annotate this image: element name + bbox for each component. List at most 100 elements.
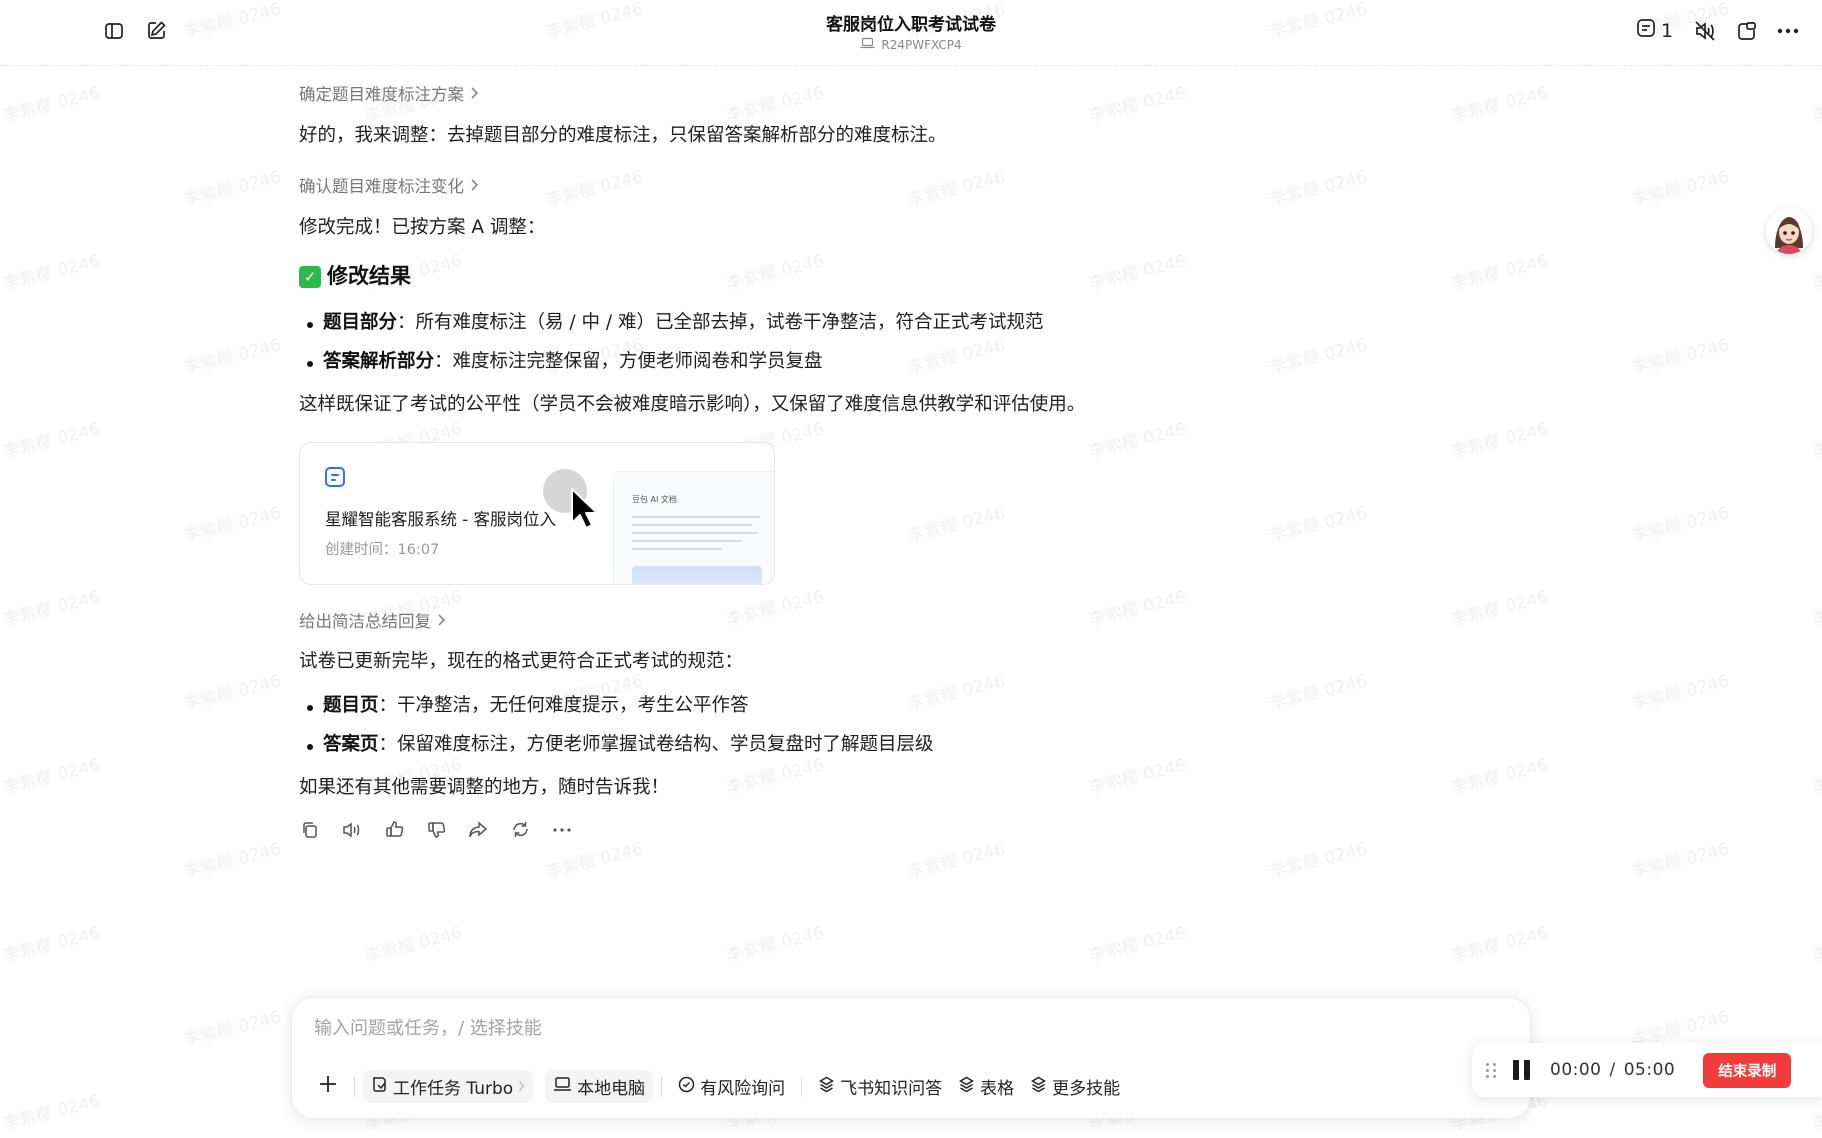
- watermark-text: 李紫樱 0246: [0, 419, 103, 463]
- local-pc-chip[interactable]: 本地电脑: [545, 1070, 654, 1103]
- list-item: 题目部分：所有难度标注（易 / 中 / 难）已全部去掉，试卷干净整洁，符合正式考…: [299, 308, 1199, 338]
- preview-image: [632, 565, 762, 584]
- message-input[interactable]: [314, 1018, 1314, 1039]
- watermark-text: 李紫樱 0246: [1810, 923, 1822, 967]
- watermark-text: 李紫樱 0246: [1267, 839, 1370, 883]
- watermark-text: 李紫樱 0246: [1267, 671, 1370, 715]
- skill-icon: [958, 1076, 975, 1098]
- watermark-text: 李紫樱 0246: [181, 503, 284, 547]
- tool-label: 表格: [980, 1079, 1015, 1099]
- heading-text: 修改结果: [327, 264, 411, 289]
- plus-icon: [318, 1074, 338, 1099]
- shield-check-icon: [678, 1076, 695, 1098]
- reply-text: 修改完成！已按方案 A 调整：: [299, 216, 546, 238]
- watermark-text: 李紫樱 0246: [1629, 503, 1732, 547]
- step-label: 给出简洁总结回复: [299, 611, 431, 631]
- preview-line: [632, 539, 742, 542]
- mute-icon[interactable]: [1690, 16, 1720, 46]
- risk-query-toggle[interactable]: 有风险询问: [670, 1070, 793, 1103]
- pause-icon[interactable]: [1513, 1060, 1530, 1080]
- watermark-text: 李紫樱 0246: [0, 923, 103, 967]
- watermark-text: 李紫樱 0246: [0, 755, 103, 799]
- message-count: 1: [1661, 19, 1674, 42]
- item-label: 题目页: [323, 694, 379, 716]
- watermark-text: 李紫樱 0246: [1448, 251, 1551, 295]
- chevron-right-icon: [437, 609, 446, 635]
- speaker-icon[interactable]: [341, 819, 363, 841]
- watermark-text: 李紫樱 0246: [1448, 419, 1551, 463]
- watermark-text: 李紫樱 0246: [0, 251, 103, 295]
- item-text: ：保留难度标注，方便老师掌握试卷结构、学员复盘时了解题目层级: [378, 733, 934, 755]
- watermark-text: 李紫樱 0246: [181, 671, 284, 715]
- add-attachment-button[interactable]: [310, 1070, 346, 1103]
- chevron-right-icon: [470, 82, 479, 108]
- share-icon[interactable]: [467, 819, 489, 841]
- watermark-text: 李紫樱 0246: [1448, 923, 1551, 967]
- mouse-cursor-icon: [570, 487, 602, 541]
- composer-toolbar: 工作任务 Turbo 本地电脑 有风险询问 飞书知识问答 表格 更多技能: [310, 1070, 1128, 1103]
- step-toggle-1[interactable]: 确定题目难度标注方案: [299, 82, 479, 108]
- feishu-kb-skill[interactable]: 飞书知识问答: [810, 1070, 950, 1103]
- tool-label: 飞书知识问答: [840, 1079, 943, 1099]
- watermark-text: 李紫樱 0246: [1810, 419, 1822, 463]
- assistant-avatar[interactable]: [1766, 208, 1812, 254]
- summary-text: 这样既保证了考试的公平性（学员不会被难度暗示影响），又保留了难度信息供教学和评估…: [299, 394, 1086, 416]
- time-separator: /: [1609, 1060, 1616, 1080]
- thumbs-up-icon[interactable]: [383, 819, 405, 841]
- watermark-text: 李紫樱 0246: [724, 923, 827, 967]
- watermark-text: 李紫樱 0246: [1448, 83, 1551, 127]
- list-item: 题目页：干净整洁，无任何难度提示，考生公平作答: [299, 691, 1199, 721]
- document-preview-thumbnail: 豆包 AI 文档: [613, 470, 774, 584]
- doc-icon: [325, 466, 345, 487]
- regenerate-icon[interactable]: [509, 819, 531, 841]
- table-skill[interactable]: 表格: [950, 1070, 1022, 1103]
- list-item: 答案页：保留难度标注，方便老师掌握试卷结构、学员复盘时了解题目层级: [299, 730, 1199, 760]
- watermark-text: 李紫樱 0246: [1810, 587, 1822, 631]
- watermark-text: 李紫樱 0246: [1267, 167, 1370, 211]
- document-card-time: 创建时间：16:07: [325, 539, 439, 562]
- item-label: 答案解析部分: [323, 350, 435, 372]
- skill-icon: [1030, 1076, 1047, 1098]
- thumbs-down-icon[interactable]: [425, 819, 447, 841]
- more-skills-button[interactable]: 更多技能: [1022, 1070, 1128, 1103]
- item-label: 题目部分: [323, 311, 398, 333]
- created-label: 创建时间：: [325, 541, 398, 558]
- more-icon[interactable]: [1773, 16, 1803, 46]
- item-text: ：难度标注完整保留，方便老师阅卷和学员复盘: [434, 350, 823, 372]
- watermark-text: 李紫樱 0246: [1629, 335, 1732, 379]
- message-count-button[interactable]: 1: [1636, 18, 1673, 43]
- end-recording-button[interactable]: 结束录制: [1703, 1052, 1792, 1088]
- list-item: 答案解析部分：难度标注完整保留，方便老师阅卷和学员复盘: [299, 347, 1199, 377]
- document-card[interactable]: 星耀智能客服系统 - 客服岗位入 创建时间：16:07 豆包 AI 文档: [299, 441, 775, 585]
- summary-list: 题目页：干净整洁，无任何难度提示，考生公平作答 答案页：保留难度标注，方便老师掌…: [299, 691, 1199, 759]
- result-heading: ✓ 修改结果: [299, 260, 1199, 294]
- chip-label: 工作任务 Turbo: [393, 1079, 514, 1099]
- tool-label: 更多技能: [1052, 1079, 1121, 1099]
- created-time: 16:07: [397, 541, 440, 558]
- copy-icon[interactable]: [299, 819, 321, 841]
- divider: [354, 1076, 355, 1097]
- device-id: R24PWFXCP4: [881, 37, 962, 52]
- watermark-text: 李紫樱 0246: [1629, 671, 1732, 715]
- watermark-text: 李紫樱 0246: [1629, 167, 1732, 211]
- preview-line: [632, 531, 758, 534]
- watermark-text: 李紫樱 0246: [0, 83, 103, 127]
- drag-handle-icon[interactable]: [1486, 1062, 1497, 1078]
- step-toggle-2[interactable]: 确认题目难度标注变化: [299, 174, 479, 200]
- reply-text: 好的，我来调整：去掉题目部分的难度标注，只保留答案解析部分的难度标注。: [299, 124, 947, 146]
- watermark-text: 李紫樱 0246: [362, 923, 465, 967]
- document-card-title: 星耀智能客服系统 - 客服岗位入: [325, 509, 556, 529]
- elapsed-time: 00:00: [1550, 1060, 1602, 1080]
- watermark-text: 李紫樱 0246: [0, 587, 103, 631]
- more-actions-icon[interactable]: [551, 819, 573, 841]
- skill-icon: [818, 1076, 835, 1098]
- item-label: 答案页: [323, 733, 379, 755]
- watermark-text: 李紫樱 0246: [1629, 839, 1732, 883]
- work-task-turbo-chip[interactable]: 工作任务 Turbo: [363, 1070, 534, 1103]
- recording-bar: 00:00 / 05:00 结束录制: [1472, 1043, 1822, 1097]
- watermark-text: 李紫樱 0246: [181, 839, 284, 883]
- chevron-right-icon: [518, 1077, 525, 1097]
- pip-icon[interactable]: [1731, 16, 1761, 46]
- closing-text: 如果还有其他需要调整的地方，随时告诉我！: [299, 777, 670, 799]
- step-toggle-3[interactable]: 给出简洁总结回复: [299, 609, 446, 635]
